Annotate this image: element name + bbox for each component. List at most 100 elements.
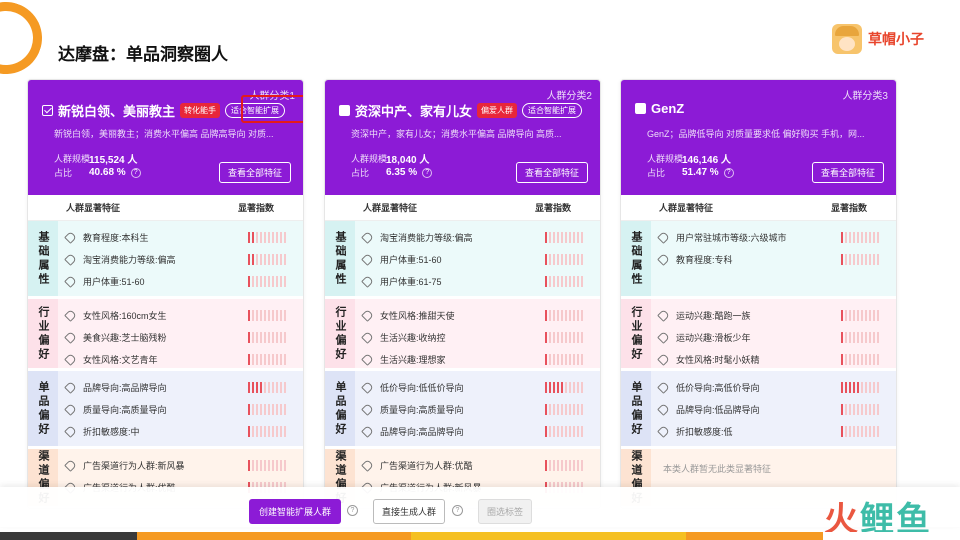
feature-text: 品牌导向:低品牌导向 — [676, 404, 760, 415]
significance-bars — [248, 459, 286, 471]
significance-bar — [581, 309, 583, 321]
significance-bar — [869, 231, 871, 243]
view-all-features-button[interactable]: 查看全部特征 — [811, 162, 884, 183]
significance-bar — [581, 425, 583, 437]
significance-bar — [877, 253, 879, 265]
audience-card[interactable]: 人群分类1 新锐白领、美丽教主 转化能手 适合智能扩展 新锐白领，美丽教主；消费水平偏高… — [27, 79, 304, 509]
significance-bar — [553, 309, 555, 321]
significance-bar — [545, 459, 547, 471]
significance-bar — [577, 459, 579, 471]
significance-bar — [841, 425, 843, 437]
significance-bar — [565, 353, 567, 365]
help-icon[interactable]: ? — [347, 505, 358, 516]
significance-bar — [849, 403, 851, 415]
status-badge: 转化能手 — [180, 103, 221, 118]
significance-bar — [853, 403, 855, 415]
group-label: 行业偏好 — [325, 299, 355, 368]
tag-icon — [361, 230, 374, 244]
significance-bar — [276, 275, 278, 287]
significance-bar — [561, 253, 563, 265]
significance-bar — [268, 459, 270, 471]
ratio-label: 占比 — [647, 168, 666, 178]
significance-bar — [276, 403, 278, 415]
footer-strip-segment — [0, 532, 138, 540]
significance-bar — [264, 381, 266, 393]
view-all-features-button[interactable]: 查看全部特征 — [515, 162, 588, 183]
help-icon[interactable]: ? — [452, 505, 463, 516]
significance-bar — [861, 403, 863, 415]
significance-bar — [264, 331, 266, 343]
significance-bar — [573, 403, 575, 415]
significance-bar — [272, 381, 274, 393]
significance-bar — [264, 353, 266, 365]
list-item: 女性风格:160cm女生 — [58, 304, 303, 326]
significance-bar — [268, 253, 270, 265]
list-item: 女性风格:文艺青年 — [58, 348, 303, 370]
significance-bar — [849, 253, 851, 265]
significance-bar — [873, 309, 875, 321]
help-icon[interactable]: ? — [723, 167, 734, 178]
index-column-header: 显著指数 — [535, 203, 572, 213]
significance-bar — [276, 231, 278, 243]
audience-card[interactable]: 人群分类2 资深中产、家有儿女 偏爱人群 适合智能扩展 资深中产，家有儿女；消费水平偏高… — [324, 79, 601, 509]
tag-icon — [64, 458, 77, 472]
size-value: 146,146 人 — [682, 155, 731, 166]
significance-bar — [280, 253, 282, 265]
significance-bar — [561, 459, 563, 471]
significance-bar — [557, 275, 559, 287]
significance-bar — [553, 353, 555, 365]
group-rows: 淘宝消费能力等级:偏高 用户体重:51-60 用户体重:61-75 — [355, 221, 600, 296]
select-checkbox[interactable] — [42, 105, 53, 116]
help-icon[interactable]: ? — [130, 167, 141, 178]
tag-icon — [657, 402, 670, 416]
feature-column-header: 人群显著特征 — [66, 203, 121, 213]
significance-bar — [545, 403, 547, 415]
significance-bar — [557, 253, 559, 265]
feature-text: 用户体重:61-75 — [380, 276, 442, 287]
audience-card[interactable]: 人群分类3 GenZ GenZ；品牌低导向 对质量要求低 偏好购买 手机，网... 人… — [620, 79, 897, 509]
significance-bar — [553, 425, 555, 437]
tag-icon — [64, 274, 77, 288]
significance-bar — [248, 459, 250, 471]
feature-text: 淘宝消费能力等级:偏高 — [380, 232, 473, 243]
significance-bars — [841, 381, 879, 393]
feature-text: 折扣敏感度:低 — [676, 426, 733, 437]
direct-generate-button[interactable]: 直接生成人群 — [373, 499, 446, 524]
create-smart-expand-button[interactable]: 创建智能扩展人群 — [249, 499, 342, 524]
significance-bar — [873, 331, 875, 343]
significance-bar — [561, 353, 563, 365]
select-checkbox[interactable] — [635, 103, 646, 114]
significance-bar — [264, 231, 266, 243]
significance-bar — [252, 353, 254, 365]
significance-bar — [252, 459, 254, 471]
significance-bar — [573, 459, 575, 471]
significance-bar — [280, 231, 282, 243]
select-checkbox[interactable] — [339, 105, 350, 116]
significance-bar — [857, 331, 859, 343]
table-header: 人群显著特征 显著指数 — [28, 195, 303, 221]
significance-bar — [577, 275, 579, 287]
significance-bar — [280, 403, 282, 415]
category-label: 人群分类3 — [842, 91, 888, 102]
significance-bar — [561, 231, 563, 243]
feature-text: 教育程度:专科 — [676, 254, 733, 265]
significance-bar — [577, 353, 579, 365]
significance-bar — [549, 309, 551, 321]
help-icon[interactable]: ? — [422, 167, 433, 178]
list-item: 广告渠道行为人群:优酷 — [355, 454, 600, 476]
significance-bar — [276, 331, 278, 343]
significance-bar — [573, 381, 575, 393]
audience-description: 资深中产，家有儿女；消费水平偏高 品牌导向 高质... — [351, 129, 562, 139]
tag-icon — [361, 458, 374, 472]
significance-bar — [549, 459, 551, 471]
view-all-features-button[interactable]: 查看全部特征 — [218, 162, 291, 183]
page-title: 达摩盘：单品洞察圈人 — [58, 45, 228, 64]
significance-bar — [569, 331, 571, 343]
tag-icon — [361, 308, 374, 322]
significance-bar — [272, 403, 274, 415]
significance-bar — [857, 309, 859, 321]
significance-bar — [557, 403, 559, 415]
significance-bar — [260, 381, 262, 393]
footer-strip-segment — [822, 532, 960, 540]
group-rows: 女性风格:160cm女生 美食兴趣:芝士脑残粉 女性风格:文艺青年 — [58, 299, 303, 368]
